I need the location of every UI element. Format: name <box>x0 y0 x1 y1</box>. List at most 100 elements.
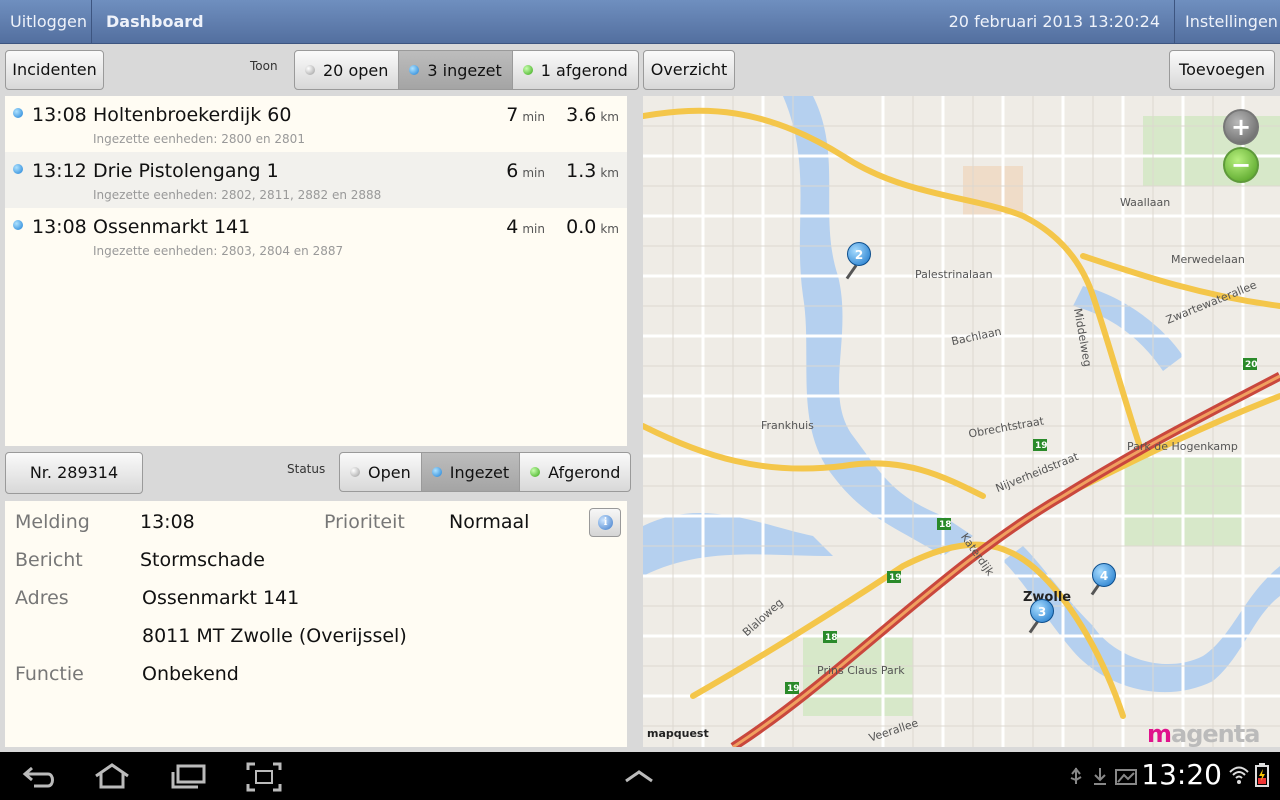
green-dot-icon <box>530 467 541 477</box>
incident-minutes: 4 min <box>506 216 545 238</box>
incident-units: Ingezette eenheden: 2802, 2811, 2882 en … <box>93 188 382 202</box>
minus-icon: − <box>1230 151 1252 179</box>
svg-text:18: 18 <box>825 633 838 643</box>
incident-address: Drie Pistolengang 1 <box>93 160 279 182</box>
filter-open[interactable]: 20 open <box>295 51 400 89</box>
toon-label: Toon <box>250 59 278 73</box>
map-canvas: 18 19 19 18 19 20 <box>643 96 1280 747</box>
svg-text:20: 20 <box>1245 360 1258 370</box>
mapquest-logo: mapquest <box>647 727 709 740</box>
wifi-icon <box>1229 766 1249 784</box>
green-dot-icon <box>522 65 533 75</box>
adres-label: Adres <box>15 587 69 609</box>
screenshot-icon[interactable] <box>246 762 282 792</box>
zoom-in-button[interactable]: + <box>1223 109 1259 145</box>
status-selector: Open Ingezet Afgerond <box>339 452 632 492</box>
status-ingezet-label: Ingezet <box>449 462 510 482</box>
prioriteit-label: Prioriteit <box>324 511 405 533</box>
adres-line1: Ossenmarkt 141 <box>142 587 300 609</box>
melding-label: Melding <box>15 511 90 533</box>
incident-filter: 20 open 3 ingezet 1 afgerond <box>294 50 639 90</box>
svg-text:19: 19 <box>787 684 800 694</box>
status-dot-icon <box>13 220 23 230</box>
incident-distance: 0.0 km <box>566 216 619 238</box>
incident-time: 13:12 <box>32 160 87 182</box>
svg-text:19: 19 <box>889 573 902 583</box>
map-label-prins-claus-park: Prins Claus Park <box>817 664 905 677</box>
incident-address: Holtenbroekerdijk 60 <box>93 104 292 126</box>
incident-minutes: 6 min <box>506 160 545 182</box>
status-dot-icon <box>13 164 23 174</box>
logout-button[interactable]: Uitloggen <box>0 0 92 44</box>
status-dot-icon <box>13 108 23 118</box>
list-item[interactable]: 13:08 Ossenmarkt 141 Ingezette eenheden:… <box>5 208 627 264</box>
incident-distance: 1.3 km <box>566 160 619 182</box>
functie-label: Functie <box>15 663 84 685</box>
plus-icon: + <box>1230 113 1252 141</box>
status-open[interactable]: Open <box>340 453 422 491</box>
blue-dot-icon <box>409 65 420 75</box>
filter-afgerond[interactable]: 1 afgerond <box>513 51 638 89</box>
adres-line2: 8011 MT Zwolle (Overijssel) <box>142 625 407 647</box>
back-icon[interactable] <box>22 764 58 790</box>
gray-dot-icon <box>350 467 360 477</box>
incident-detail: Melding 13:08 Prioriteit Normaal Bericht… <box>5 501 627 747</box>
system-bar: 13:20 <box>0 752 1280 800</box>
chevron-up-icon[interactable] <box>623 768 655 784</box>
zoom-out-button[interactable]: − <box>1223 147 1259 183</box>
incidents-button[interactable]: Incidenten <box>5 50 104 90</box>
overview-button[interactable]: Overzicht <box>643 50 735 90</box>
incident-units: Ingezette eenheden: 2803, 2804 en 2887 <box>93 244 344 258</box>
blue-dot-icon <box>431 467 442 477</box>
top-bar: Uitloggen Dashboard 20 februari 2013 13:… <box>0 0 1280 44</box>
list-item[interactable]: 13:08 Holtenbroekerdijk 60 Ingezette een… <box>5 96 627 152</box>
map-label-palestrinalaan: Palestrinalaan <box>915 268 993 281</box>
incident-distance: 3.6 km <box>566 104 619 126</box>
map-view[interactable]: 18 19 19 18 19 20 Frankhuis Zwolle Zwart… <box>643 96 1280 747</box>
system-clock: 13:20 <box>1141 758 1222 791</box>
home-icon[interactable] <box>92 762 132 790</box>
incident-time: 13:08 <box>32 216 87 238</box>
status-label: Status <box>287 462 326 476</box>
battery-icon <box>1255 763 1269 787</box>
status-afgerond-label: Afgerond <box>548 462 621 482</box>
filter-afgerond-label: 1 afgerond <box>540 60 628 80</box>
status-open-label: Open <box>368 462 411 482</box>
functie-value: Onbekend <box>142 663 239 685</box>
map-label-merwedelaan: Merwedelaan <box>1171 253 1245 266</box>
filter-ingezet[interactable]: 3 ingezet <box>399 51 513 89</box>
incident-list: 13:08 Holtenbroekerdijk 60 Ingezette een… <box>5 96 627 446</box>
incident-units: Ingezette eenheden: 2800 en 2801 <box>93 132 305 146</box>
add-button[interactable]: Toevoegen <box>1169 50 1275 90</box>
map-label-frankhuis: Frankhuis <box>761 419 814 432</box>
incident-time: 13:08 <box>32 104 87 126</box>
status-ingezet[interactable]: Ingezet <box>421 453 521 491</box>
incident-minutes: 7 min <box>506 104 545 126</box>
map-pin-2[interactable]: 2 <box>847 242 871 266</box>
melding-value: 13:08 <box>140 511 195 533</box>
settings-button[interactable]: Instellingen <box>1174 0 1280 44</box>
recent-apps-icon[interactable] <box>170 764 208 790</box>
map-label-waallaan: Waallaan <box>1120 196 1171 209</box>
map-pin-3[interactable]: 3 <box>1030 599 1054 623</box>
datetime-display: 20 februari 2013 13:20:24 <box>948 12 1160 31</box>
filter-open-label: 20 open <box>323 60 389 80</box>
notification-icons[interactable] <box>1068 766 1142 786</box>
map-pin-4[interactable]: 4 <box>1092 563 1116 587</box>
magenta-logo: magenta <box>1147 720 1260 747</box>
filter-ingezet-label: 3 ingezet <box>427 60 502 80</box>
info-icon: i <box>598 515 613 530</box>
list-item[interactable]: 13:12 Drie Pistolengang 1 Ingezette eenh… <box>5 152 627 208</box>
bericht-label: Bericht <box>15 549 83 571</box>
bericht-value: Stormschade <box>140 549 265 571</box>
svg-text:18: 18 <box>939 520 952 530</box>
page-title: Dashboard <box>106 12 204 31</box>
svg-text:19: 19 <box>1035 441 1048 451</box>
status-afgerond[interactable]: Afgerond <box>520 453 630 491</box>
map-label-park-hogenkamp: Park de Hogenkamp <box>1127 440 1238 453</box>
info-button[interactable]: i <box>589 508 621 537</box>
incident-number-button[interactable]: Nr. 289314 <box>5 452 143 494</box>
gray-dot-icon <box>305 65 315 75</box>
prioriteit-value: Normaal <box>449 511 530 533</box>
incident-address: Ossenmarkt 141 <box>93 216 251 238</box>
